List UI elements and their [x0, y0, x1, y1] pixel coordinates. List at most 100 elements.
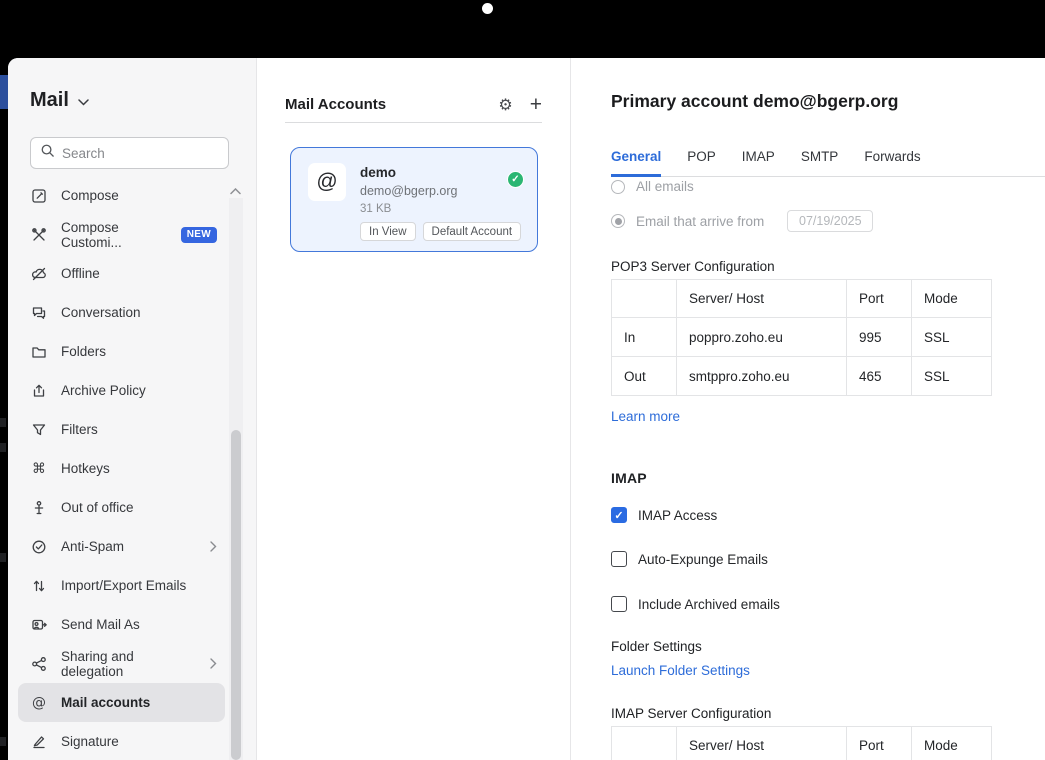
tab-forwards[interactable]: Forwards	[864, 149, 920, 176]
search-box[interactable]	[30, 137, 229, 169]
checkbox-label: IMAP Access	[638, 508, 717, 523]
default-account-badge: Default Account	[423, 222, 522, 241]
sidebar-item-label: Filters	[61, 422, 98, 437]
search-icon	[40, 143, 55, 163]
all-emails-option[interactable]: All emails	[611, 179, 1045, 194]
sidebar-item-label: Sharing and delegation	[61, 649, 197, 679]
sidebar-item-import-export[interactable]: Import/Export Emails	[18, 566, 225, 605]
sidebar-item-offline[interactable]: Offline	[18, 254, 225, 293]
sidebar-item-send-mail-as[interactable]: Send Mail As	[18, 605, 225, 644]
imap-config-table: Server/ Host Port Mode	[611, 726, 992, 760]
sidebar-item-folders[interactable]: Folders	[18, 332, 225, 371]
page-title: Primary account demo@bgerp.org	[611, 91, 1045, 112]
cell: poppro.zoho.eu	[677, 318, 847, 357]
sidebar-item-label: Conversation	[61, 305, 141, 320]
chevron-right-icon	[210, 658, 217, 669]
radio-label: All emails	[636, 179, 694, 194]
sidebar-item-compose-customization[interactable]: Compose Customi... NEW	[18, 215, 225, 254]
checkbox-label: Include Archived emails	[638, 597, 780, 612]
sidebar-item-mail-accounts[interactable]: @ Mail accounts	[18, 683, 225, 722]
app-title: Mail	[30, 89, 69, 112]
offline-icon	[30, 265, 48, 283]
sidebar-item-anti-spam[interactable]: Anti-Spam	[18, 527, 225, 566]
checkbox-label: Auto-Expunge Emails	[638, 552, 768, 567]
accounts-panel-title: Mail Accounts	[285, 96, 386, 113]
underlying-text-fragment	[0, 418, 6, 427]
table-row: In poppro.zoho.eu 995 SSL	[612, 318, 992, 357]
header-cell: Port	[847, 280, 912, 318]
tab-smtp[interactable]: SMTP	[801, 149, 839, 176]
sidebar-item-signature[interactable]: Signature	[18, 722, 225, 760]
sidebar-item-label: Offline	[61, 266, 100, 281]
filter-icon	[30, 421, 48, 439]
header-cell: Server/ Host	[677, 280, 847, 318]
header-cell: Port	[847, 727, 912, 760]
antispam-icon	[30, 538, 48, 556]
radio-icon[interactable]	[611, 180, 625, 194]
folder-settings-label: Folder Settings	[611, 639, 1045, 654]
arrive-date-field[interactable]	[787, 210, 873, 232]
sidebar-item-label: Anti-Spam	[61, 539, 124, 554]
imap-access-option[interactable]: IMAP Access	[611, 506, 1045, 524]
cell: SSL	[912, 318, 992, 357]
account-card[interactable]: @ demo demo@bgerp.org 31 KB In View Defa…	[290, 147, 538, 252]
sidebar-item-out-of-office[interactable]: Out of office	[18, 488, 225, 527]
pop3-config-heading: POP3 Server Configuration	[611, 259, 1045, 274]
auto-expunge-option[interactable]: Auto-Expunge Emails	[611, 550, 1045, 568]
header-cell: Server/ Host	[677, 727, 847, 760]
sidebar-item-sharing-delegation[interactable]: Sharing and delegation	[18, 644, 225, 683]
folders-icon	[30, 343, 48, 361]
gear-icon[interactable]: ⚙	[498, 95, 512, 114]
account-name: demo	[360, 165, 521, 180]
sidebar-item-filters[interactable]: Filters	[18, 410, 225, 449]
sidebar-scrollbar-thumb[interactable]	[231, 430, 241, 760]
table-row: Out smtppro.zoho.eu 465 SSL	[612, 357, 992, 396]
accounts-list-panel: Mail Accounts ⚙ + @ demo demo@bgerp.org …	[257, 58, 571, 760]
add-account-button[interactable]: +	[530, 97, 542, 113]
radio-icon[interactable]	[611, 214, 625, 228]
tab-imap[interactable]: IMAP	[742, 149, 775, 176]
account-detail-panel: Primary account demo@bgerp.org General P…	[571, 58, 1045, 760]
search-input[interactable]	[62, 146, 202, 161]
checkbox-icon[interactable]	[611, 596, 627, 612]
tab-general[interactable]: General	[611, 149, 661, 177]
sidebar-item-archive-policy[interactable]: Archive Policy	[18, 371, 225, 410]
header-cell	[612, 280, 677, 318]
launch-folder-settings-link[interactable]: Launch Folder Settings	[611, 663, 750, 678]
sidebar-item-label: Archive Policy	[61, 383, 146, 398]
checkbox-icon[interactable]	[611, 551, 627, 567]
sharing-icon	[30, 655, 48, 673]
out-of-office-icon	[30, 499, 48, 517]
underlying-nav-fragment	[0, 75, 8, 109]
mail-accounts-icon: @	[30, 694, 48, 712]
arrive-from-option[interactable]: Email that arrive from	[611, 210, 1045, 232]
new-badge: NEW	[181, 227, 217, 243]
cell: SSL	[912, 357, 992, 396]
settings-sidebar: Mail Compose Compose Customi	[8, 58, 257, 760]
cursor-dot	[482, 3, 493, 14]
header-cell: Mode	[912, 280, 992, 318]
check-circle-icon	[507, 171, 524, 188]
import-export-icon	[30, 577, 48, 595]
sidebar-item-compose[interactable]: Compose	[18, 176, 225, 215]
underlying-text-fragment	[0, 443, 6, 452]
account-email: demo@bgerp.org	[360, 184, 521, 198]
sidebar-item-label: Send Mail As	[61, 617, 140, 632]
sidebar-item-label: Import/Export Emails	[61, 578, 186, 593]
settings-panel: Mail Compose Compose Customi	[8, 58, 1045, 760]
table-header-row: Server/ Host Port Mode	[612, 280, 992, 318]
signature-icon	[30, 733, 48, 751]
imap-section-heading: IMAP	[611, 470, 1045, 486]
sidebar-item-label: Compose	[61, 188, 119, 203]
include-archived-option[interactable]: Include Archived emails	[611, 595, 1045, 613]
sidebar-item-hotkeys[interactable]: ⌘ Hotkeys	[18, 449, 225, 488]
divider	[285, 122, 542, 123]
underlying-text-fragment	[0, 737, 6, 746]
imap-config-heading: IMAP Server Configuration	[611, 706, 1045, 721]
learn-more-link[interactable]: Learn more	[611, 409, 680, 424]
tab-pop[interactable]: POP	[687, 149, 716, 176]
sidebar-item-conversation[interactable]: Conversation	[18, 293, 225, 332]
app-switcher[interactable]: Mail	[30, 89, 89, 112]
send-mail-as-icon	[30, 616, 48, 634]
checkbox-checked-icon[interactable]	[611, 507, 627, 523]
